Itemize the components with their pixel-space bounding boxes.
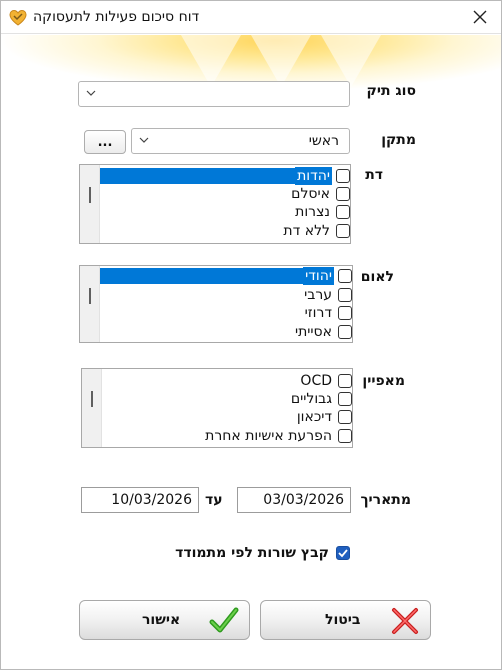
nationality-label: לאום [360,269,394,285]
to-date-input[interactable]: 10/03/2026 [81,487,199,513]
cancel-button[interactable]: ביטול [260,600,431,640]
facility-browse-button[interactable]: ... [84,130,126,154]
close-icon [473,10,487,24]
list-item[interactable]: הפרעת אישיות אחרת [102,427,352,445]
chevron-down-icon [86,90,96,96]
nationality-checkbox[interactable] [338,306,352,320]
case-type-label: סוג תיק [366,83,416,99]
from-date-input[interactable]: 03/03/2026 [237,487,351,513]
window-title: דוח סיכום פעילות לתעסוקה [33,9,200,25]
characteristic-checkbox[interactable] [338,410,352,424]
cancel-button-label: ביטול [325,612,361,628]
list-item[interactable]: ללא דת [100,222,350,240]
religion-checkbox[interactable] [336,224,350,238]
title-bar: דוח סיכום פעילות לתעסוקה [1,1,501,34]
religion-checkbox[interactable] [336,187,350,201]
list-item[interactable]: יהדות [100,167,350,185]
nationality-checkbox[interactable] [338,269,352,283]
close-button[interactable] [467,4,493,30]
checkmark-icon [209,607,239,633]
nationality-scrollbar[interactable] [80,266,100,342]
list-item[interactable]: נצרות [100,203,350,221]
religion-label: דת [365,167,383,183]
list-item[interactable]: דיכאון [102,408,352,426]
facility-label: מתקן [381,132,416,148]
religion-checkbox[interactable] [336,205,350,219]
list-item[interactable]: יהודי [100,267,352,285]
ok-button[interactable]: אישור [79,600,250,640]
religion-scrollbar[interactable] [80,165,100,243]
report-dialog: דוח סיכום פעילות לתעסוקה סוג תיק מתקן רא… [0,0,502,670]
list-item[interactable]: דרוזי [100,304,352,322]
characteristic-scrollbar[interactable] [82,369,102,447]
list-item[interactable]: OCD [102,372,352,390]
list-item[interactable]: גבוליים [102,390,352,408]
group-by-coach-label: קבץ שורות לפי מתמודד [175,545,329,561]
religion-checkbox[interactable] [336,169,350,183]
nationality-checkbox[interactable] [338,288,352,302]
facility-combo[interactable]: ראשי [131,128,350,154]
characteristic-checkbox[interactable] [338,429,352,443]
list-item[interactable]: ערבי [100,286,352,304]
characteristic-listbox[interactable]: OCD גבוליים דיכאון הפרעת אישיות אחרת [81,368,353,448]
characteristic-label: מאפיין [362,373,405,389]
check-icon [338,549,348,558]
group-by-coach-checkbox[interactable] [336,546,350,560]
x-icon [392,608,418,634]
nationality-listbox[interactable]: יהודי ערבי דרוזי אסייתי [79,265,353,343]
characteristic-checkbox[interactable] [338,374,352,388]
list-item[interactable]: אסייתי [100,323,352,341]
religion-listbox[interactable]: יהדות איסלם נצרות ללא דת [79,164,351,244]
from-date-label: מתאריך [360,492,411,508]
nationality-checkbox[interactable] [338,325,352,339]
ok-button-label: אישור [142,612,181,628]
case-type-combo[interactable] [78,81,350,107]
list-item[interactable]: איסלם [100,185,350,203]
facility-value: ראשי [308,133,339,149]
to-date-label: עד [205,492,223,508]
characteristic-checkbox[interactable] [338,392,352,406]
chevron-down-icon [139,137,149,143]
app-heart-icon [9,9,27,26]
